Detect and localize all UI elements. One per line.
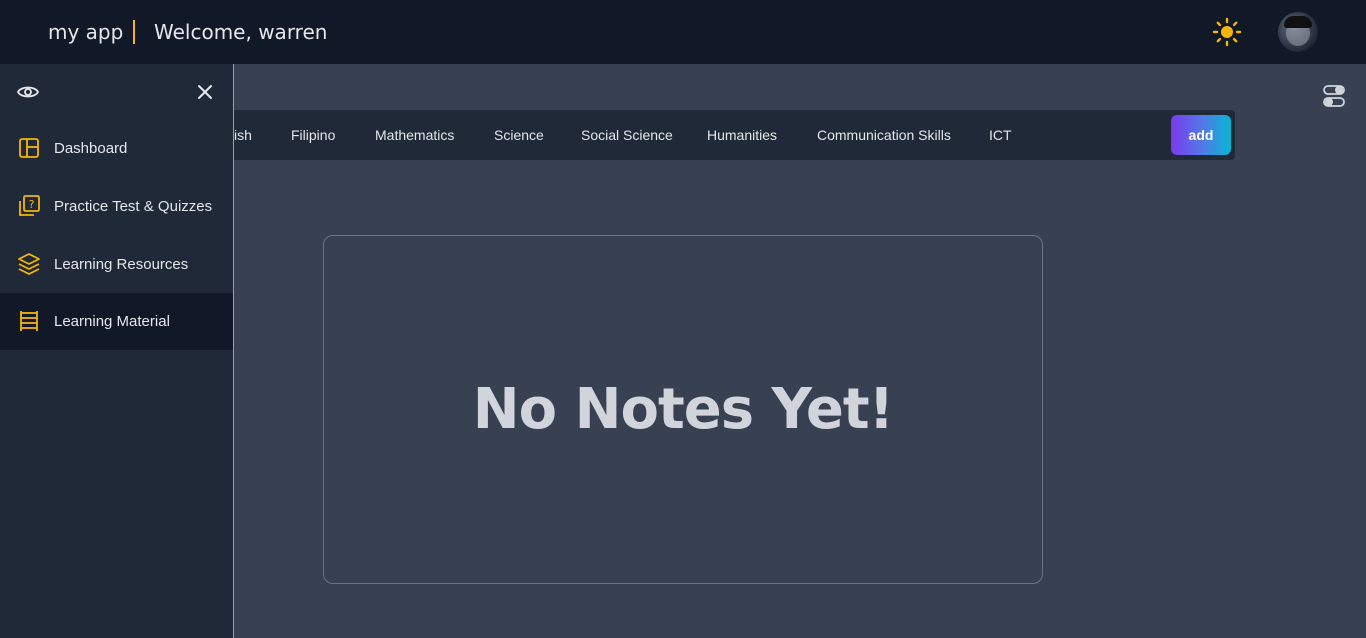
- tab-humanities[interactable]: Humanities: [707, 127, 777, 143]
- layout-icon: [17, 136, 41, 160]
- tab-filipino[interactable]: Filipino: [291, 127, 335, 143]
- toggle-settings-icon[interactable]: [1323, 84, 1345, 108]
- add-button[interactable]: add: [1171, 115, 1231, 155]
- sidebar-item-label: Learning Resources: [54, 256, 189, 273]
- user-avatar[interactable]: [1278, 12, 1318, 52]
- sidebar-item-learning-material[interactable]: Learning Material: [0, 293, 233, 350]
- quiz-icon: ?: [17, 194, 41, 218]
- eye-icon[interactable]: [16, 81, 40, 103]
- tab-mathematics[interactable]: Mathematics: [375, 127, 454, 143]
- tab-social-science[interactable]: Social Science: [581, 127, 673, 143]
- sidebar-item-label: Dashboard: [54, 140, 128, 157]
- sidebar-item-practice-test[interactable]: ? Practice Test & Quizzes: [0, 178, 233, 235]
- sidebar-item-dashboard[interactable]: Dashboard: [0, 120, 233, 177]
- sidebar: Dashboard ? Practice Test & Quizzes Lear…: [0, 64, 234, 638]
- sidebar-header: [0, 64, 233, 120]
- tab-communication-skills[interactable]: Communication Skills: [817, 127, 951, 143]
- tab-english[interactable]: ish: [234, 127, 252, 143]
- welcome-text: Welcome, warren: [154, 20, 328, 44]
- top-bar: my app Welcome, warren: [0, 0, 1366, 64]
- sidebar-item-learning-resources[interactable]: Learning Resources: [0, 236, 233, 293]
- subject-tabs: ish Filipino Mathematics Science Social …: [234, 110, 1235, 160]
- header-divider: [133, 20, 135, 44]
- close-icon[interactable]: [195, 82, 215, 102]
- svg-text:?: ?: [29, 198, 35, 211]
- notes-card: No Notes Yet!: [323, 235, 1043, 584]
- sidebar-item-label: Practice Test & Quizzes: [54, 198, 213, 215]
- avatar-hair: [1284, 16, 1312, 28]
- tab-ict[interactable]: ICT: [989, 127, 1012, 143]
- empty-notes-message: No Notes Yet!: [472, 377, 894, 442]
- tab-science[interactable]: Science: [494, 127, 544, 143]
- app-name[interactable]: my app: [48, 20, 123, 44]
- sun-icon[interactable]: [1212, 17, 1242, 47]
- ladder-icon: [17, 309, 41, 333]
- layers-icon: [17, 252, 41, 276]
- sidebar-item-label: Learning Material: [54, 313, 170, 330]
